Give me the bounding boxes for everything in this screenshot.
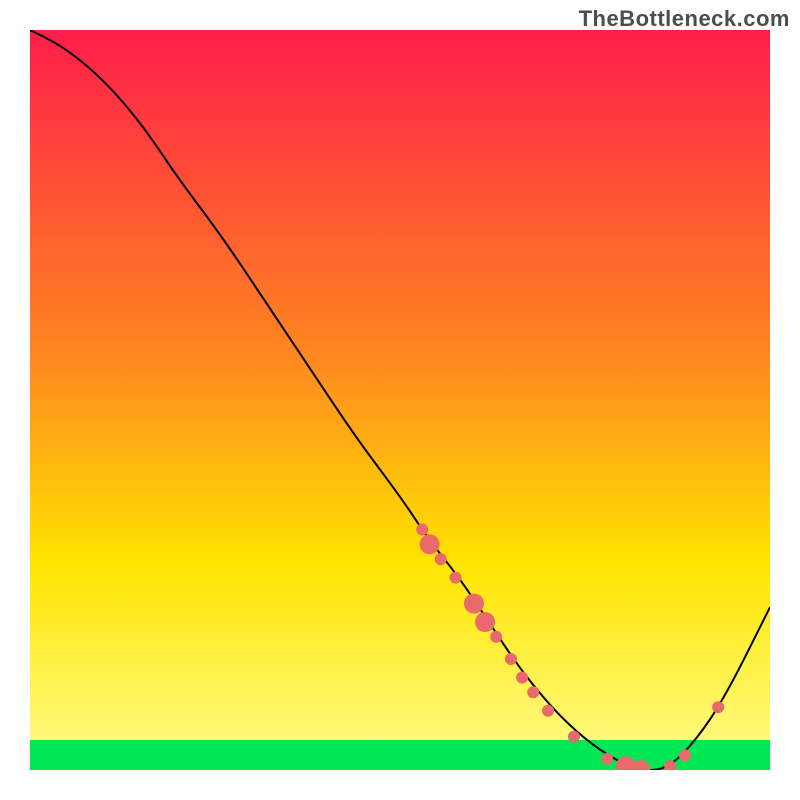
watermark-text: TheBottleneck.com (579, 6, 790, 32)
dot-marker (527, 686, 539, 698)
chart-stage: TheBottleneck.com (0, 0, 800, 800)
dot-marker (568, 731, 580, 743)
dot-marker (516, 672, 528, 684)
dot-marker (475, 612, 495, 632)
dot-marker (712, 701, 724, 713)
chart-svg (30, 30, 770, 770)
dot-marker (679, 749, 691, 761)
dot-marker (490, 631, 502, 643)
gradient-background (30, 30, 770, 770)
dot-marker (601, 753, 613, 765)
green-bottom-band (30, 740, 770, 770)
plot-area (30, 30, 770, 770)
dot-marker (420, 534, 440, 554)
dot-marker (450, 572, 462, 584)
dot-marker (435, 553, 447, 565)
dot-marker (464, 594, 484, 614)
dot-marker (542, 705, 554, 717)
dot-marker (416, 524, 428, 536)
dot-marker (505, 653, 517, 665)
